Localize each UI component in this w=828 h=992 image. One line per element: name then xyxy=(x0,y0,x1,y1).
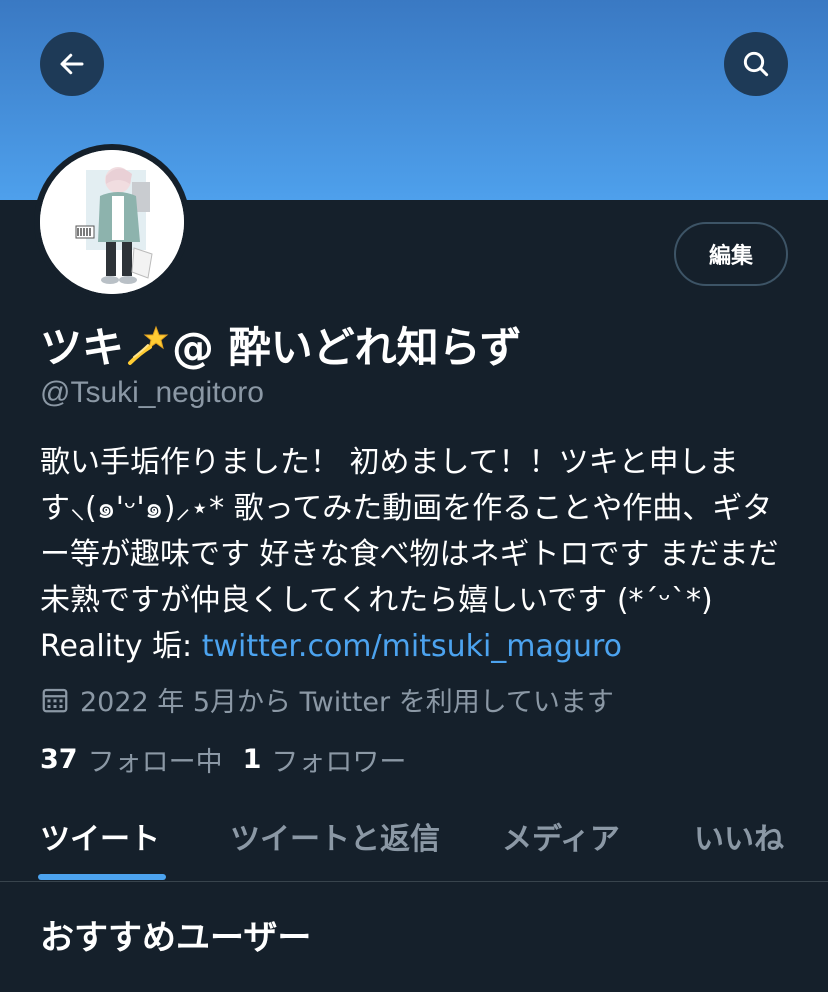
back-button[interactable] xyxy=(40,32,104,96)
search-button[interactable] xyxy=(724,32,788,96)
followers-count: 1 xyxy=(242,744,262,775)
following-label: フォロー中 xyxy=(87,747,223,778)
avatar[interactable] xyxy=(34,144,190,300)
following-count: 37 xyxy=(40,744,78,775)
active-tab-indicator xyxy=(38,874,166,880)
arrow-left-icon xyxy=(60,53,84,75)
display-name-prefix: ツキ xyxy=(40,323,125,372)
search-icon xyxy=(743,51,769,77)
follow-stats: 37 フォロー中 1 フォロワー xyxy=(40,740,426,779)
tab-media[interactable]: メディア xyxy=(502,814,620,858)
profile-bio: 歌い手垢作りました！ 初めまして！！ツキと申します⸜(๑'ᵕ'๑)⸝⋆* 歌って… xyxy=(40,440,800,670)
joined-date: 2022 年 5月から Twitter を利用しています xyxy=(40,680,614,719)
joined-text: 2022 年 5月から Twitter を利用しています xyxy=(80,687,614,718)
user-handle: @Tsuki_negitoro xyxy=(40,376,264,409)
dizzy-star-emoji-icon xyxy=(126,323,170,367)
display-name: ツキ @ 酔いどれ知らず xyxy=(40,314,522,375)
recommended-users-title: おすすめユーザー xyxy=(40,918,312,958)
avatar-image xyxy=(40,150,184,294)
bio-link[interactable]: twitter.com/mitsuki_maguro xyxy=(202,629,622,664)
followers-link[interactable]: 1 フォロワー xyxy=(243,740,407,779)
following-link[interactable]: 37 フォロー中 xyxy=(40,740,223,779)
tab-tweets-and-replies[interactable]: ツイートと返信 xyxy=(230,814,440,858)
edit-profile-button[interactable]: 編集 xyxy=(674,222,788,286)
calendar-icon xyxy=(42,688,68,712)
followers-label: フォロワー xyxy=(271,747,407,778)
display-name-suffix: @ 酔いどれ知らず xyxy=(172,323,522,372)
tab-tweets[interactable]: ツイート xyxy=(40,814,160,858)
profile-tabs: ツイート ツイートと返信 メディア いいね xyxy=(0,800,828,882)
tab-likes[interactable]: いいね xyxy=(694,814,784,858)
